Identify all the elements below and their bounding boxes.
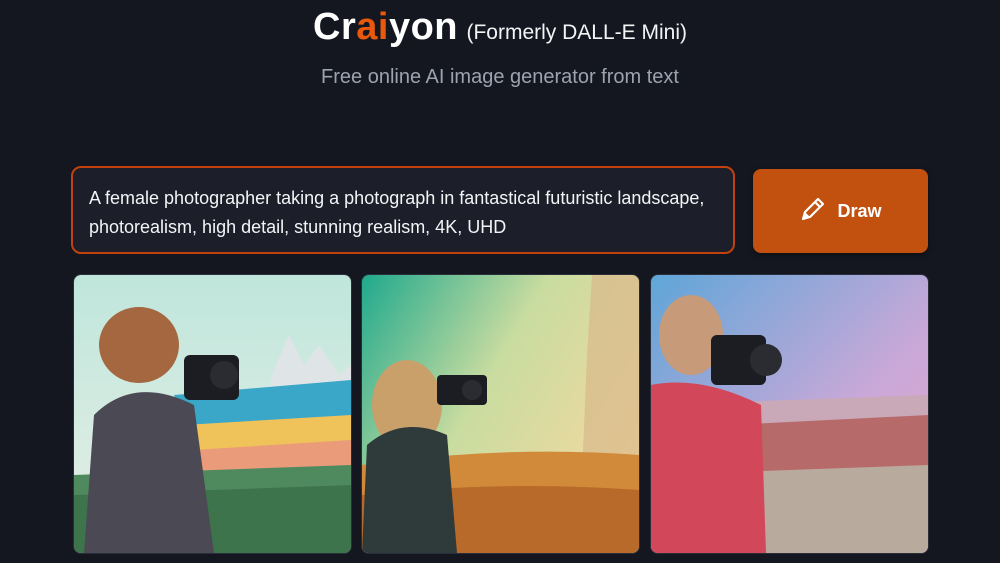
prompt-input[interactable]: A female photographer taking a photograp… (71, 166, 735, 254)
generated-image-3 (651, 275, 928, 553)
result-image-2[interactable] (361, 274, 640, 554)
draw-button[interactable]: Draw (753, 169, 928, 253)
result-image-1[interactable] (73, 274, 352, 554)
brand-prefix: Cr (313, 6, 357, 48)
result-image-3[interactable] (650, 274, 929, 554)
pencil-icon (799, 195, 837, 228)
generated-image-1 (74, 275, 351, 553)
brand-name: Craiyon (313, 6, 458, 48)
brand-logo[interactable]: Craiyon (Formerly DALL-E Mini) (0, 6, 1000, 49)
brand-ai: ai (356, 6, 389, 48)
brand-note: (Formerly DALL-E Mini) (466, 21, 687, 44)
generated-image-2 (362, 275, 639, 553)
brand-suffix: yon (388, 6, 458, 48)
draw-label: Draw (837, 200, 882, 221)
tagline: Free online AI image generator from text (321, 66, 679, 88)
